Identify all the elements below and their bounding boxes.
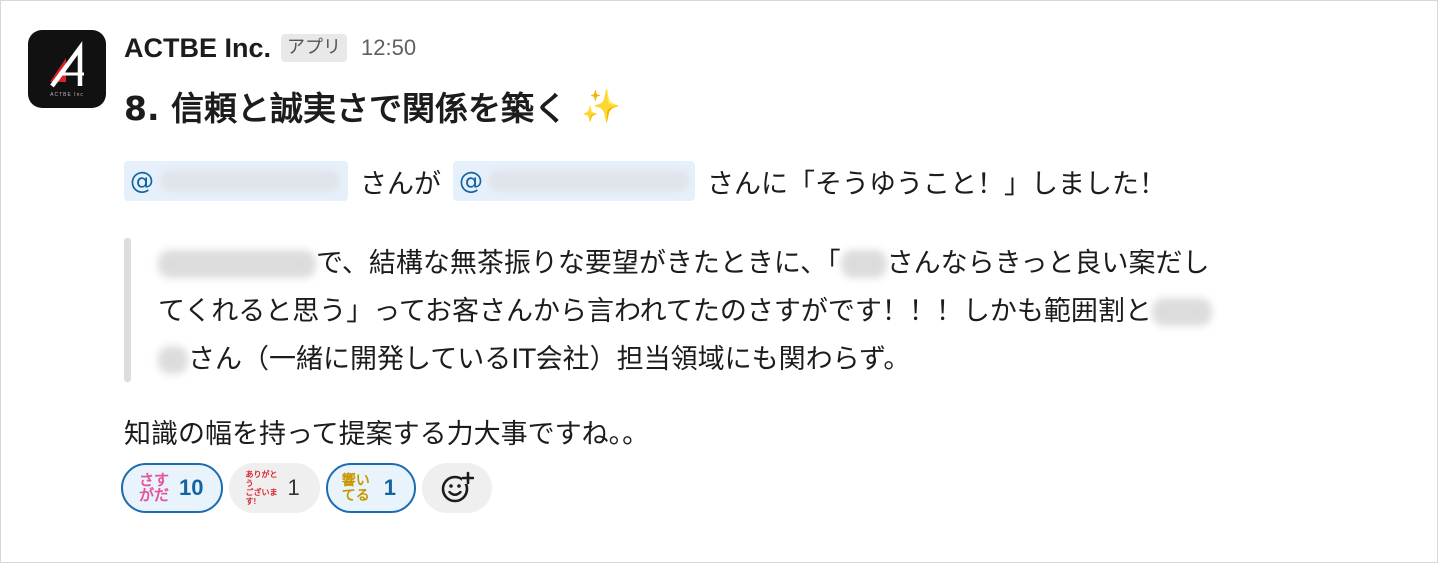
reaction-arigato[interactable]: ありがとう ございます! 1 xyxy=(229,463,320,513)
redacted-text xyxy=(158,250,316,278)
message-header: ACTBE Inc. アプリ 12:50 xyxy=(124,30,416,66)
mention-at: @ xyxy=(459,167,483,195)
redacted-name xyxy=(489,170,689,192)
blockquote: で、結構な無茶振りな要望がきたときに、「 さんならきっと良い案だし てくれると思… xyxy=(158,240,1428,384)
redacted-text xyxy=(1151,298,1212,326)
quote-line: てくれると思う」ってお客さんから言われてたのさすがです！！！しかも範囲割と xyxy=(158,288,1428,336)
user-mention[interactable]: @ xyxy=(453,161,695,201)
user-mention[interactable]: @ xyxy=(124,161,348,201)
quote-line: で、結構な無茶振りな要望がきたときに、「 さんならきっと良い案だし xyxy=(158,240,1428,288)
add-reaction-button[interactable] xyxy=(421,463,492,513)
quote-text: さん（一緒に開発しているIT会社）担当領域にも関わらず。 xyxy=(188,344,911,375)
add-emoji-icon xyxy=(441,471,474,503)
avatar[interactable]: ACTBE Inc xyxy=(28,30,106,108)
svg-text:ACTBE Inc: ACTBE Inc xyxy=(50,92,84,98)
sender-name[interactable]: ACTBE Inc. xyxy=(124,33,271,64)
quote-text: さんならきっと良い案だし xyxy=(886,248,1210,279)
message-body: 知識の幅を持って提案する力大事ですね。。 xyxy=(124,419,650,450)
quote-line: さん（一緒に開発しているIT会社）担当領域にも関わらず。 xyxy=(158,336,1428,384)
quote-text: で、結構な無茶振りな要望がきたときに、「 xyxy=(316,248,841,279)
quote-bar xyxy=(124,238,131,382)
arigato-emoji-icon: ありがとう ございます! xyxy=(245,470,278,506)
mention-connector: さんが xyxy=(360,168,441,200)
mention-at: @ xyxy=(130,167,154,195)
actbe-logo-icon: ACTBE Inc xyxy=(50,41,84,98)
message-title: 8. 信頼と誠実さで関係を築く ✨ xyxy=(124,82,621,130)
reaction-count: 10 xyxy=(179,475,204,500)
reaction-sasuga[interactable]: さす がだ 10 xyxy=(121,463,224,513)
redacted-name xyxy=(160,170,340,192)
quote-text: てくれると思う」ってお客さんから言われてたのさすがです！！！しかも範囲割と xyxy=(158,296,1152,327)
mention-action-text: さんに「そうゆうこと！」しました！ xyxy=(707,168,1166,200)
redacted-text xyxy=(158,346,188,374)
app-badge: アプリ xyxy=(281,34,348,62)
reactions-bar: さす がだ 10 ありがとう ございます! 1 響いてる 1 xyxy=(121,463,492,513)
reaction-count: 1 xyxy=(383,475,396,500)
redacted-text xyxy=(840,250,887,278)
sasuga-emoji-icon: さす がだ xyxy=(138,472,169,504)
mention-line: @ さんが @ さんに「そうゆうこと！」しました！ xyxy=(124,160,1166,202)
timestamp[interactable]: 12:50 xyxy=(361,35,416,61)
title-text: 8. 信頼と誠実さで関係を築く xyxy=(124,89,567,128)
sparkles-icon: ✨ xyxy=(581,87,621,125)
reaction-hibiite[interactable]: 響いてる 1 xyxy=(325,463,416,513)
hibiite-emoji-icon: 響いてる xyxy=(341,472,370,503)
reaction-count: 1 xyxy=(287,475,300,500)
